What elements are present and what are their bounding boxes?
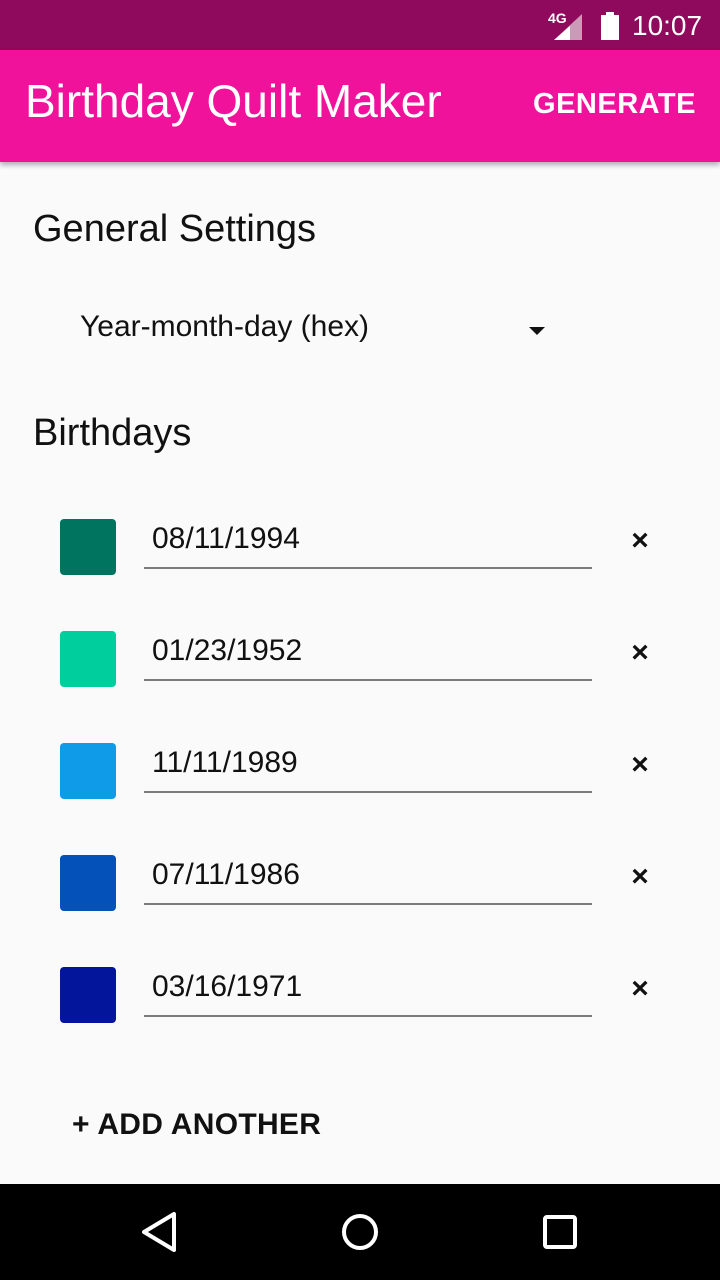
birthday-row: 03/16/1971 × (0, 967, 720, 1057)
dropdown-arrow-icon (529, 327, 545, 335)
birthday-row: 11/11/1989 × (0, 743, 720, 833)
add-another-button[interactable]: + ADD ANOTHER (72, 1108, 321, 1142)
app-title: Birthday Quilt Maker (25, 75, 442, 127)
color-swatch[interactable] (60, 519, 116, 575)
remove-birthday-button[interactable]: × (624, 973, 656, 1005)
format-selected-value: Year-month-day (hex) (80, 310, 370, 343)
remove-birthday-button[interactable]: × (624, 861, 656, 893)
remove-birthday-button[interactable]: × (624, 637, 656, 669)
general-settings-heading: General Settings (33, 208, 317, 250)
color-swatch[interactable] (60, 631, 116, 687)
clock: 10:07 (632, 10, 703, 41)
color-swatch[interactable] (60, 743, 116, 799)
birthday-date-input[interactable]: 01/23/1952 (144, 631, 592, 681)
remove-birthday-button[interactable]: × (624, 749, 656, 781)
back-icon[interactable] (130, 1202, 190, 1262)
birthday-row: 01/23/1952 × (0, 631, 720, 721)
recents-icon[interactable] (530, 1202, 590, 1262)
birthday-date-input[interactable]: 11/11/1989 (144, 743, 592, 793)
birthday-date-input[interactable]: 03/16/1971 (144, 967, 592, 1017)
birthday-date-input[interactable]: 07/11/1986 (144, 855, 592, 905)
battery-icon (601, 12, 619, 40)
color-swatch[interactable] (60, 855, 116, 911)
home-icon[interactable] (330, 1202, 390, 1262)
birthday-row: 08/11/1994 × (0, 519, 720, 609)
status-bar: 4G 10:07 (0, 0, 720, 50)
app-bar: Birthday Quilt Maker GENERATE (0, 50, 720, 162)
signal-icon (554, 14, 582, 40)
remove-birthday-button[interactable]: × (624, 525, 656, 557)
birthday-date-input[interactable]: 08/11/1994 (144, 519, 592, 569)
generate-button[interactable]: GENERATE (533, 88, 696, 121)
birthday-row: 07/11/1986 × (0, 855, 720, 945)
color-swatch[interactable] (60, 967, 116, 1023)
navigation-bar (0, 1184, 720, 1280)
birthdays-heading: Birthdays (33, 412, 192, 454)
format-dropdown[interactable]: Year-month-day (hex) (80, 310, 560, 356)
